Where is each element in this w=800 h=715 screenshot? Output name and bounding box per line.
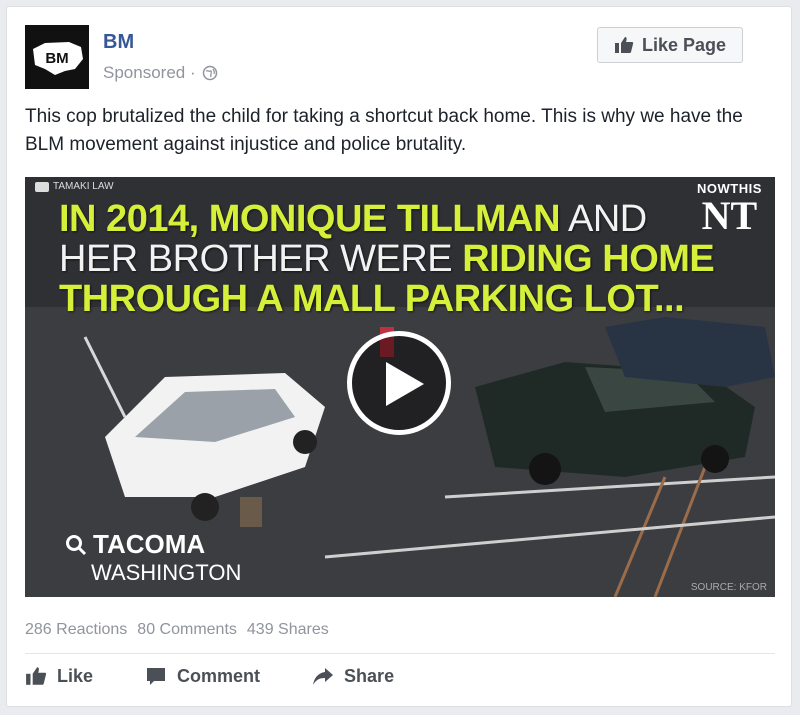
channel-label: TAMAKI LAW <box>35 181 114 192</box>
reactions-count[interactable]: 286 Reactions <box>25 621 127 639</box>
video-source: SOURCE: KFOR <box>690 582 767 593</box>
shares-count[interactable]: 439 Shares <box>247 621 329 639</box>
play-icon <box>386 362 424 406</box>
video-headline: IN 2014, MONIQUE TILLMAN AND HER BROTHER… <box>59 198 715 320</box>
comment-label: Comment <box>177 665 261 686</box>
headline-line2-highlight: RIDING HOME <box>462 238 715 280</box>
globe-icon <box>202 65 217 81</box>
channel-name: TAMAKI LAW <box>53 181 114 192</box>
action-bar: Like Comment Share <box>25 665 394 687</box>
headline-line3: THROUGH A MALL PARKING LOT... <box>59 278 685 320</box>
video-player[interactable]: TAMAKI LAW NOWTHIS NT IN 2014, MONIQUE T… <box>25 177 775 597</box>
like-page-label: Like Page <box>641 34 727 55</box>
svg-text:BM: BM <box>45 50 68 67</box>
location-caption: TACOMA WASHINGTON <box>65 529 241 586</box>
share-label: Share <box>344 665 395 686</box>
location-state: WASHINGTON <box>91 560 242 585</box>
like-page-button[interactable]: Like Page <box>597 27 743 63</box>
page-name-link[interactable]: BM <box>103 31 134 54</box>
sponsored-label: Sponsored · <box>103 63 218 83</box>
comments-count[interactable]: 80 Comments <box>137 621 237 639</box>
headline-line1-plain: AND <box>560 198 647 240</box>
comment-button[interactable]: Comment <box>145 665 260 687</box>
play-button[interactable] <box>347 331 451 435</box>
location-city: TACOMA <box>93 529 206 559</box>
share-arrow-icon <box>313 668 334 685</box>
like-label: Like <box>57 665 94 686</box>
comment-icon <box>147 668 166 685</box>
page-avatar[interactable]: BM <box>25 25 89 89</box>
thumbs-up-icon <box>26 667 47 685</box>
share-button[interactable]: Share <box>312 665 394 687</box>
post-text: This cop brutalized the child for taking… <box>25 106 743 155</box>
like-button[interactable]: Like <box>25 665 93 687</box>
engagement-stats: 286 Reactions 80 Comments 439 Shares <box>25 621 329 639</box>
actions-divider <box>25 653 775 654</box>
sponsored-text: Sponsored · <box>103 63 196 82</box>
youtube-icon <box>35 181 49 192</box>
thumbs-up-icon <box>614 37 634 53</box>
dark-sedan <box>605 317 775 387</box>
location-search-icon <box>66 534 87 555</box>
headline-line1-highlight: IN 2014, MONIQUE TILLMAN <box>59 198 561 240</box>
headline-line2-plain: HER BROTHER WERE <box>59 238 463 280</box>
bm-logo-icon: BM <box>25 25 89 89</box>
sponsored-post-card: BM BM Sponsored · Like Page This cop bru… <box>6 6 792 707</box>
